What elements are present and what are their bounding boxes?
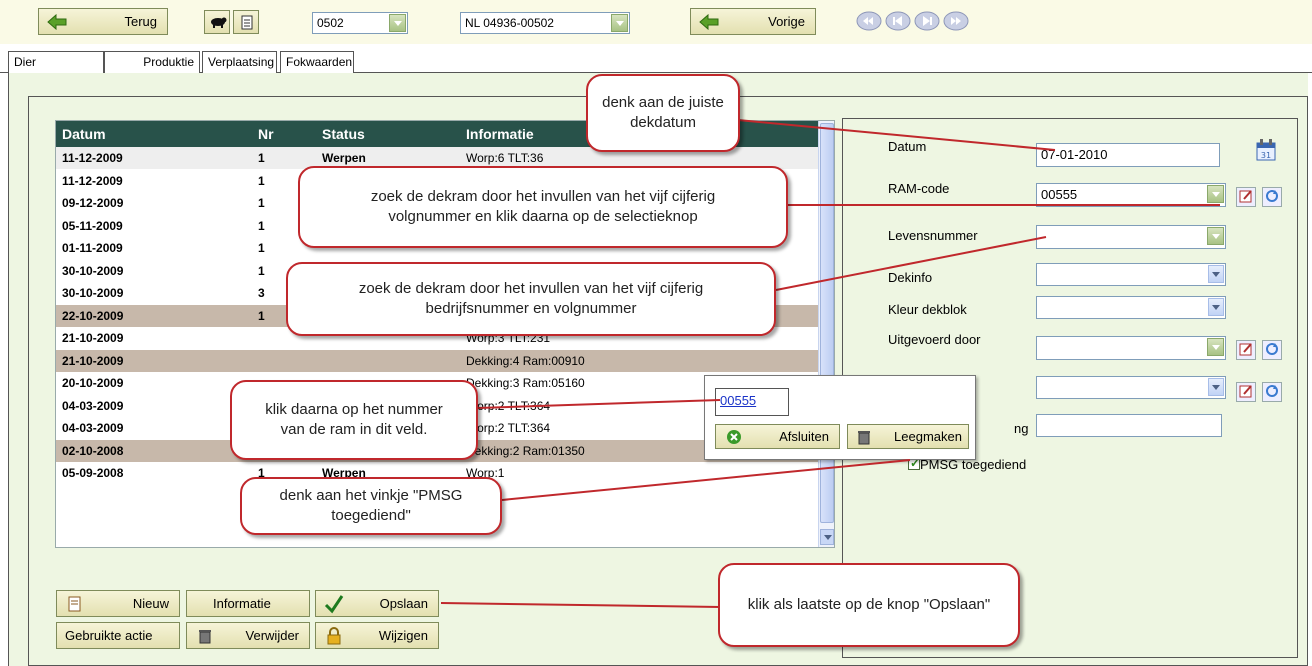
callout-volgnummer: zoek de dekram door het invullen van het… [298,166,788,248]
callout-klik-ram: klik daarna op het nummer van de ram in … [230,380,478,460]
callout-bedrijfsnummer: zoek de dekram door het invullen van het… [286,262,776,336]
callout-dekdatum: denk aan de juiste dekdatum [586,74,740,152]
callout-opslaan: klik als laatste op de knop "Opslaan" [718,563,1020,647]
callout-vinkje: denk aan het vinkje "PMSG toegediend" [240,477,502,535]
